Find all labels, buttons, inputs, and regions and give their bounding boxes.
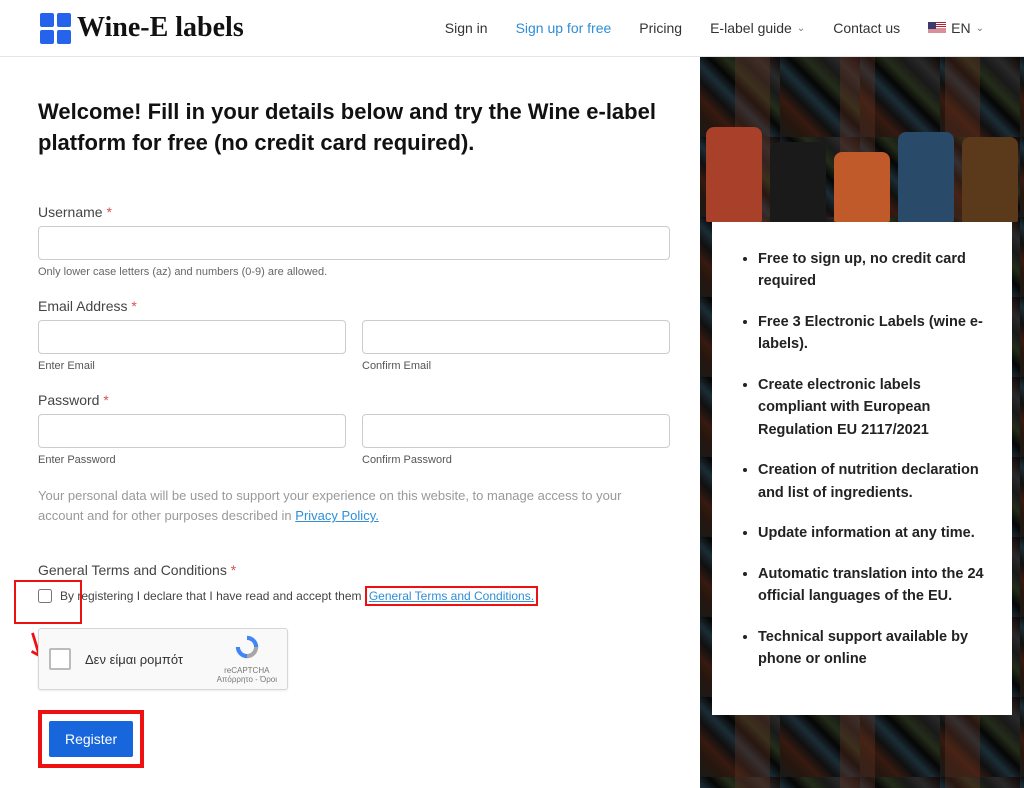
terms-text: By registering I declare that I have rea… xyxy=(60,586,538,606)
privacy-policy-link[interactable]: Privacy Policy. xyxy=(295,508,379,523)
benefit-item: Free to sign up, no credit card required xyxy=(758,248,984,293)
main-wrap: Welcome! Fill in your details below and … xyxy=(0,57,1024,788)
wine-bottles-image xyxy=(700,57,1024,222)
chevron-down-icon: ⌄ xyxy=(797,23,805,34)
benefit-item: Update information at any time. xyxy=(758,522,984,544)
required-mark: * xyxy=(106,204,111,220)
benefits-panel: Free to sign up, no credit card required… xyxy=(712,222,1012,715)
recaptcha-logo: reCAPTCHA Απόρρητο - Όροι xyxy=(217,633,277,685)
nav-signin[interactable]: Sign in xyxy=(445,20,488,36)
sidebar-image: Free to sign up, no credit card required… xyxy=(700,57,1024,788)
password-confirm-input[interactable] xyxy=(362,414,670,448)
privacy-text: Your personal data will be used to suppo… xyxy=(38,486,670,528)
terms-link[interactable]: General Terms and Conditions. xyxy=(369,589,534,603)
benefit-item: Free 3 Electronic Labels (wine e-labels)… xyxy=(758,311,984,356)
recaptcha-widget[interactable]: Δεν είμαι ρομπότ reCAPTCHA Απόρρητο - Όρ… xyxy=(38,628,288,690)
terms-checkbox[interactable] xyxy=(38,589,52,603)
password-enter-label: Enter Password xyxy=(38,454,346,466)
email-field: Email Address * Enter Email Confirm Emai… xyxy=(38,298,670,372)
chevron-down-icon: ⌄ xyxy=(976,23,984,34)
benefit-item: Creation of nutrition declaration and li… xyxy=(758,459,984,504)
recaptcha-checkbox[interactable] xyxy=(49,648,71,670)
logo-icon xyxy=(40,13,71,44)
nav: Sign in Sign up for free Pricing E-label… xyxy=(445,20,984,36)
password-confirm-label: Confirm Password xyxy=(362,454,670,466)
username-field: Username * Only lower case letters (az) … xyxy=(38,204,670,278)
required-mark: * xyxy=(131,298,136,314)
nav-guide-label: E-label guide xyxy=(710,20,792,36)
nav-pricing[interactable]: Pricing xyxy=(639,20,682,36)
required-mark: * xyxy=(103,392,108,408)
nav-contact[interactable]: Contact us xyxy=(833,20,900,36)
username-label: Username * xyxy=(38,204,670,220)
terms-label: General Terms and Conditions * xyxy=(38,562,670,578)
logo[interactable]: Wine-E labels xyxy=(40,12,244,44)
email-enter-label: Enter Email xyxy=(38,360,346,372)
password-input[interactable] xyxy=(38,414,346,448)
benefit-item: Technical support available by phone or … xyxy=(758,626,984,671)
email-input[interactable] xyxy=(38,320,346,354)
benefit-item: Create electronic labels compliant with … xyxy=(758,374,984,441)
password-label: Password * xyxy=(38,392,670,408)
register-button[interactable]: Register xyxy=(49,721,133,757)
email-confirm-input[interactable] xyxy=(362,320,670,354)
nav-lang-label: EN xyxy=(951,20,970,36)
nav-lang[interactable]: EN ⌄ xyxy=(928,20,984,36)
email-label: Email Address * xyxy=(38,298,670,314)
header: Wine-E labels Sign in Sign up for free P… xyxy=(0,0,1024,57)
logo-text: Wine-E labels xyxy=(77,12,244,44)
recaptcha-icon xyxy=(233,633,261,661)
recaptcha-text: Δεν είμαι ρομπότ xyxy=(85,652,183,667)
username-hint: Only lower case letters (az) and numbers… xyxy=(38,266,670,278)
page-title: Welcome! Fill in your details below and … xyxy=(38,97,670,159)
annotation-box-icon: Register xyxy=(38,710,144,768)
nav-guide[interactable]: E-label guide ⌄ xyxy=(710,20,805,36)
email-confirm-label: Confirm Email xyxy=(362,360,670,372)
required-mark: * xyxy=(231,562,236,578)
benefit-item: Automatic translation into the 24 offici… xyxy=(758,563,984,608)
password-field: Password * Enter Password Confirm Passwo… xyxy=(38,392,670,466)
annotation-box-icon: General Terms and Conditions. xyxy=(365,586,538,606)
nav-signup[interactable]: Sign up for free xyxy=(516,20,612,36)
flag-us-icon xyxy=(928,22,946,34)
terms-section: General Terms and Conditions * By regist… xyxy=(38,562,670,690)
form-column: Welcome! Fill in your details below and … xyxy=(0,57,700,788)
username-input[interactable] xyxy=(38,226,670,260)
